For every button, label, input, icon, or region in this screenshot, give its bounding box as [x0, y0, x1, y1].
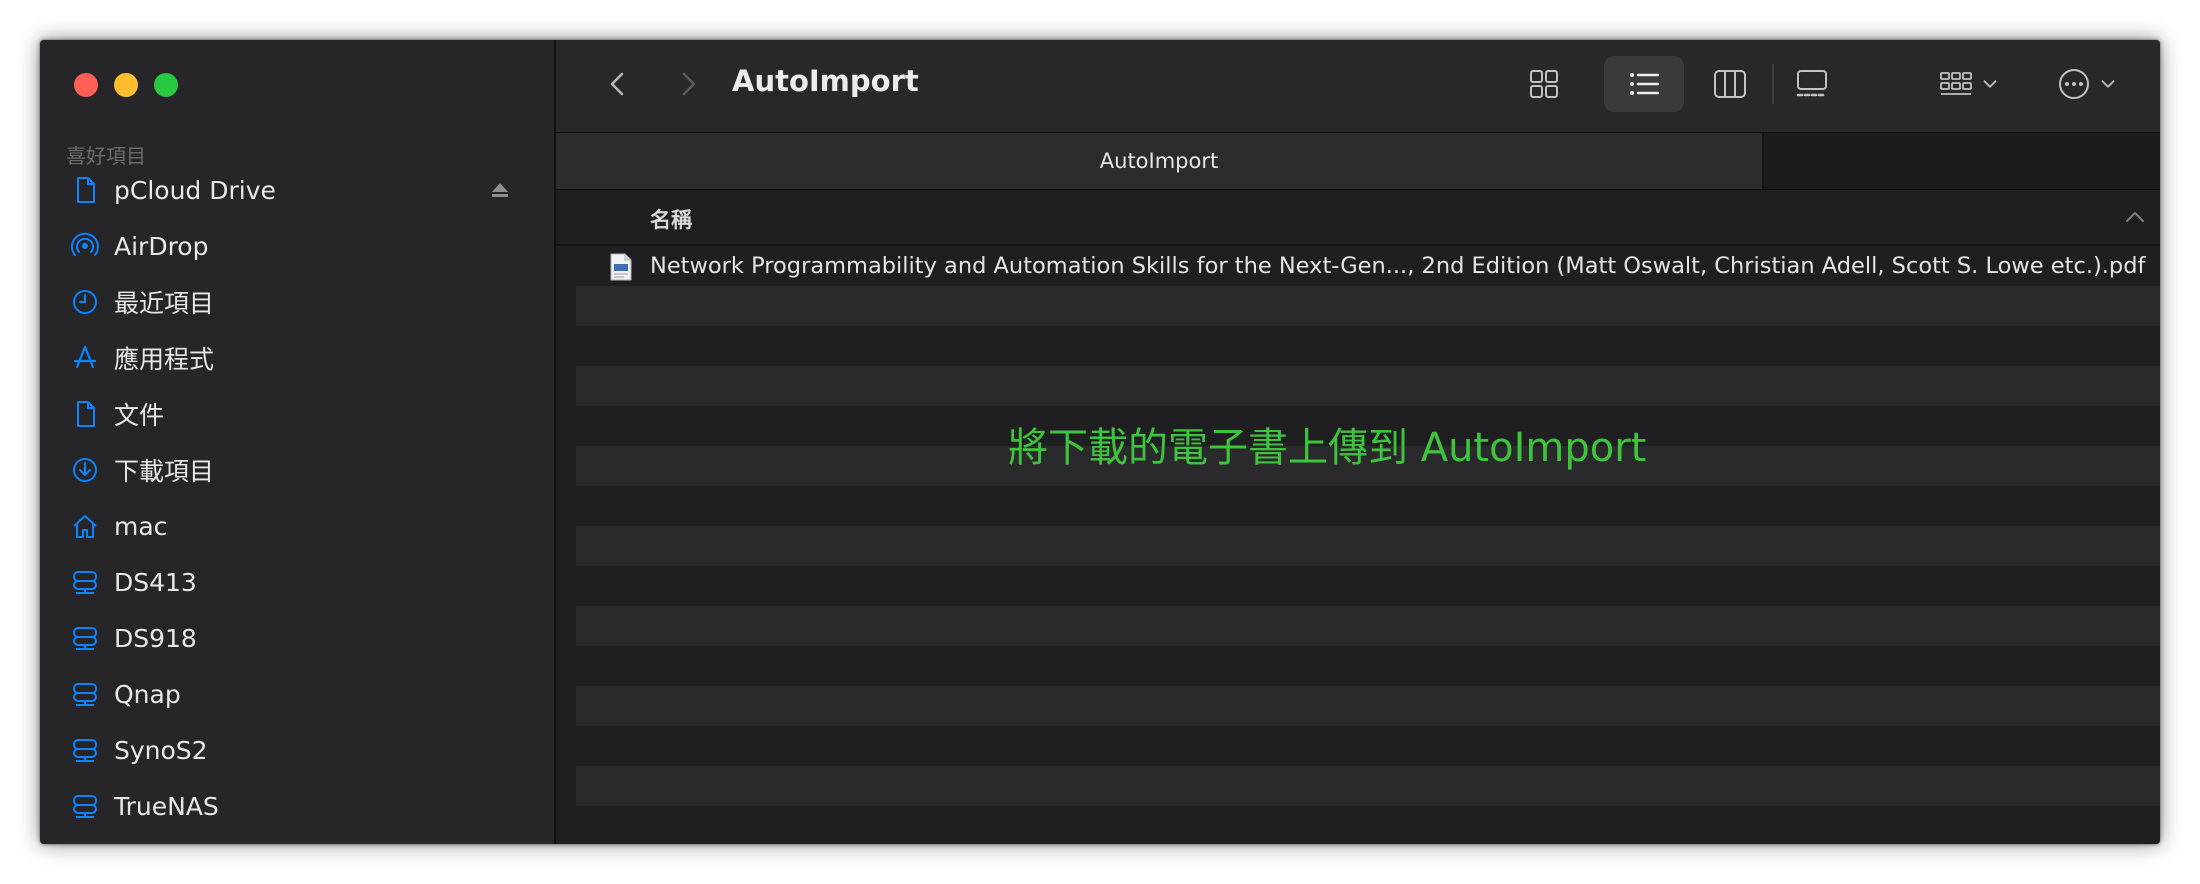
sidebar-item-label: 文件 — [114, 401, 165, 430]
sidebar-item-downloads[interactable]: 下載項目 — [40, 442, 554, 498]
forward-button[interactable] — [666, 62, 710, 106]
sidebar-item-label: 應用程式 — [114, 345, 215, 374]
gallery-icon — [1796, 70, 1827, 97]
server-icon — [68, 621, 102, 655]
close-button[interactable] — [74, 73, 98, 97]
sort-ascending-icon[interactable] — [2124, 210, 2146, 224]
empty-row — [576, 686, 2160, 726]
gallery-view-button[interactable] — [1782, 56, 1842, 112]
sidebar-item-label: mac — [114, 511, 168, 541]
sidebar-item-label: pCloud Drive — [114, 175, 276, 205]
sidebar-item-pcloud-drive[interactable]: pCloud Drive — [40, 162, 554, 218]
empty-row — [576, 566, 2160, 606]
sidebar-item-label: TrueNAS — [114, 791, 219, 821]
sidebar-item-label: DS918 — [114, 623, 197, 653]
empty-row — [576, 326, 2160, 366]
empty-row — [576, 526, 2160, 566]
empty-row — [576, 646, 2160, 686]
server-icon — [68, 565, 102, 599]
more-actions-button[interactable] — [2042, 56, 2132, 112]
window-controls — [74, 73, 178, 97]
toolbar: AutoImport — [556, 40, 2160, 132]
columns-icon — [1714, 70, 1746, 98]
server-icon — [68, 733, 102, 767]
list-view-button[interactable] — [1604, 56, 1684, 112]
empty-row — [576, 766, 2160, 806]
chevron-right-icon — [682, 72, 696, 96]
sidebar-item-label: SynoS2 — [114, 735, 208, 765]
group-by-button[interactable] — [1924, 56, 2014, 112]
chevron-down-icon — [2101, 80, 2115, 88]
main-content: AutoImport AutoImport 名稱 Network Program… — [556, 40, 2160, 844]
toolbar-divider — [1772, 64, 1774, 104]
document-icon — [68, 173, 102, 207]
empty-row — [576, 486, 2160, 526]
chevron-down-icon — [1983, 80, 1997, 88]
finder-window: 喜好項目 pCloud Drive AirDrop 最近項目 應用程式 文件 下… — [40, 40, 2160, 844]
grid-icon — [1530, 70, 1558, 98]
maximize-button[interactable] — [154, 73, 178, 97]
file-name: Network Programmability and Automation S… — [650, 253, 2146, 279]
file-row[interactable]: Network Programmability and Automation S… — [576, 246, 2160, 286]
group-icon — [1940, 72, 1972, 95]
list-icon — [1630, 73, 1660, 95]
sidebar-item-recents[interactable]: 最近項目 — [40, 274, 554, 330]
sidebar-item-ds413[interactable]: DS413 — [40, 554, 554, 610]
empty-row — [576, 366, 2160, 406]
empty-row — [576, 606, 2160, 646]
sidebar-item-applications[interactable]: 應用程式 — [40, 330, 554, 386]
sidebar-item-synos2[interactable]: SynoS2 — [40, 722, 554, 778]
tab-autoimport[interactable]: AutoImport — [556, 133, 1764, 189]
sidebar-list: pCloud Drive AirDrop 最近項目 應用程式 文件 下載項目 m… — [40, 162, 554, 834]
column-view-button[interactable] — [1700, 56, 1760, 112]
tab-bar: AutoImport — [556, 132, 2160, 191]
column-name-header[interactable]: 名稱 — [650, 204, 692, 234]
minimize-button[interactable] — [114, 73, 138, 97]
sidebar-item-label: 下載項目 — [114, 457, 215, 486]
sidebar-item-label: DS413 — [114, 567, 197, 597]
sidebar-item-label: Qnap — [114, 679, 181, 709]
server-icon — [68, 789, 102, 823]
home-icon — [68, 509, 102, 543]
sidebar-item-label: AirDrop — [114, 231, 209, 261]
sidebar-item-truenas[interactable]: TrueNAS — [40, 778, 554, 834]
download-icon — [68, 453, 102, 487]
server-icon — [68, 677, 102, 711]
sidebar-item-ds918[interactable]: DS918 — [40, 610, 554, 666]
sidebar-item-label: 最近項目 — [114, 289, 215, 318]
empty-row — [576, 726, 2160, 766]
window-title: AutoImport — [732, 64, 919, 98]
empty-row — [576, 806, 2160, 844]
annotation-caption: 將下載的電子書上傳到 AutoImport — [1008, 425, 1647, 471]
column-header: 名稱 — [556, 190, 2160, 246]
sidebar: 喜好項目 pCloud Drive AirDrop 最近項目 應用程式 文件 下… — [40, 40, 556, 844]
icon-view-button[interactable] — [1514, 56, 1574, 112]
ellipsis-circle-icon — [2059, 69, 2089, 99]
sidebar-item-airdrop[interactable]: AirDrop — [40, 218, 554, 274]
pdf-icon — [610, 253, 632, 281]
empty-row — [576, 286, 2160, 326]
file-list: Network Programmability and Automation S… — [576, 246, 2160, 844]
document-icon — [68, 397, 102, 431]
back-button[interactable] — [596, 62, 640, 106]
airdrop-icon — [68, 229, 102, 263]
clock-icon — [68, 285, 102, 319]
applications-icon — [68, 341, 102, 375]
sidebar-item-qnap[interactable]: Qnap — [40, 666, 554, 722]
sidebar-item-documents[interactable]: 文件 — [40, 386, 554, 442]
chevron-left-icon — [610, 72, 624, 96]
eject-icon[interactable] — [490, 180, 510, 200]
sidebar-item-home[interactable]: mac — [40, 498, 554, 554]
